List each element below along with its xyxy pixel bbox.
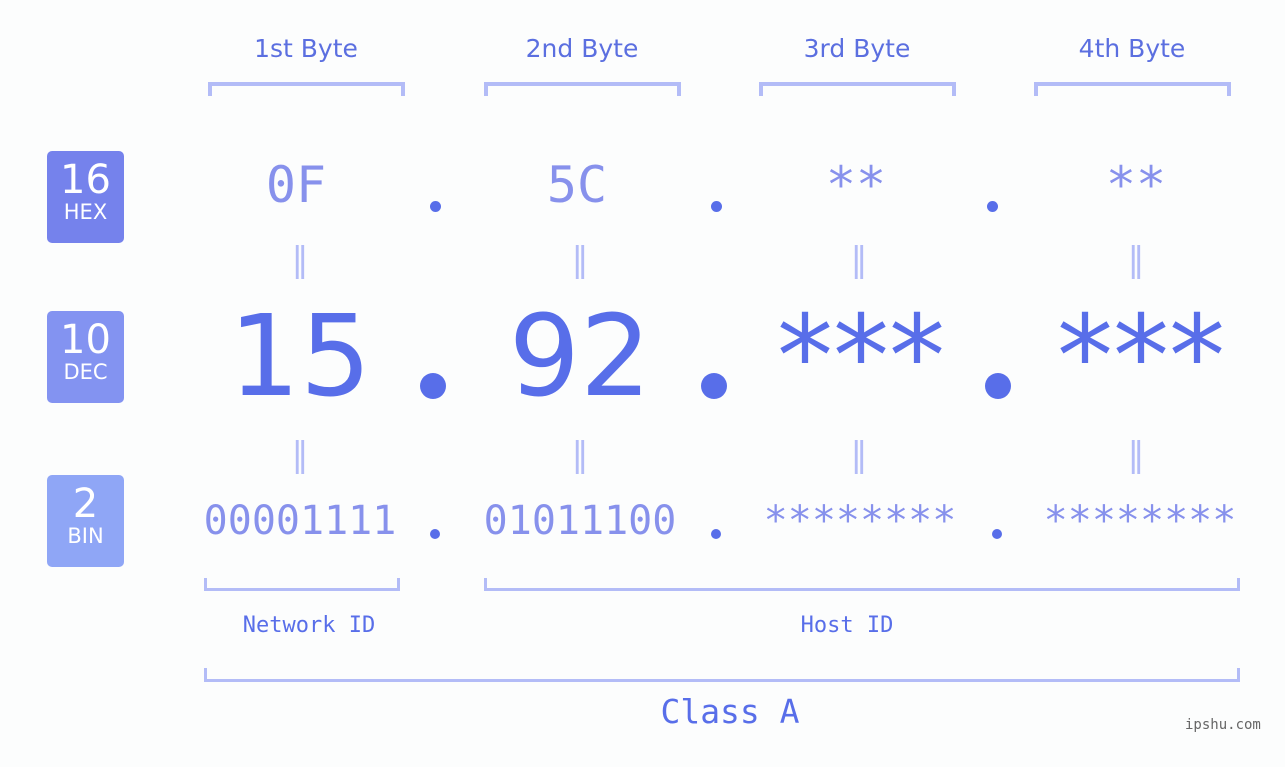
bin-badge: 2 BIN [47, 475, 124, 567]
dec-byte-4: *** [1057, 292, 1225, 422]
byte-header-1: 1st Byte [254, 34, 358, 63]
hex-separator-dot [987, 201, 998, 212]
equals-icon: ‖ [291, 435, 309, 475]
equals-icon: ‖ [571, 435, 589, 475]
bin-base-label: BIN [67, 524, 104, 548]
network-id-label: Network ID [242, 613, 376, 638]
hex-separator-dot [430, 201, 441, 212]
class-bracket [204, 668, 1240, 682]
equals-icon: ‖ [850, 240, 868, 280]
dec-badge: 10 DEC [47, 311, 124, 403]
dec-byte-2: 92 [508, 292, 652, 422]
host-id-bracket [484, 578, 1240, 591]
hex-byte-3: ** [825, 156, 887, 214]
dec-byte-1: 15 [228, 292, 372, 422]
dec-separator-dot [701, 373, 727, 399]
hex-badge: 16 HEX [47, 151, 124, 243]
network-id-bracket [204, 578, 400, 591]
bin-base-number: 2 [72, 481, 99, 527]
bin-byte-3: ******** [763, 498, 957, 544]
dec-base-label: DEC [63, 360, 108, 384]
equals-icon: ‖ [1127, 435, 1145, 475]
hex-byte-4: ** [1105, 156, 1167, 214]
dec-byte-3: *** [777, 292, 945, 422]
byte-header-4: 4th Byte [1078, 34, 1186, 63]
bin-byte-4: ******** [1043, 498, 1237, 544]
byte-header-2: 2nd Byte [525, 34, 639, 63]
host-id-label: Host ID [800, 613, 894, 638]
hex-base-number: 16 [60, 157, 111, 203]
equals-icon: ‖ [1127, 240, 1145, 280]
class-label: Class A [660, 692, 800, 731]
dec-base-number: 10 [60, 317, 111, 363]
bin-byte-1: 00001111 [203, 498, 397, 544]
equals-icon: ‖ [291, 240, 309, 280]
byte-bracket-4 [1034, 82, 1231, 96]
watermark: ipshu.com [1185, 717, 1261, 733]
dec-separator-dot [985, 373, 1011, 399]
bin-separator-dot [430, 529, 440, 539]
bin-separator-dot [992, 529, 1002, 539]
equals-icon: ‖ [850, 435, 868, 475]
byte-bracket-3 [759, 82, 956, 96]
hex-base-label: HEX [63, 200, 108, 224]
hex-byte-1: 0F [265, 156, 327, 214]
equals-icon: ‖ [571, 240, 589, 280]
bin-separator-dot [711, 529, 721, 539]
hex-byte-2: 5C [546, 156, 608, 214]
byte-header-3: 3rd Byte [803, 34, 911, 63]
hex-separator-dot [711, 201, 722, 212]
dec-separator-dot [420, 373, 446, 399]
byte-bracket-2 [484, 82, 681, 96]
byte-bracket-1 [208, 82, 405, 96]
bin-byte-2: 01011100 [483, 498, 677, 544]
